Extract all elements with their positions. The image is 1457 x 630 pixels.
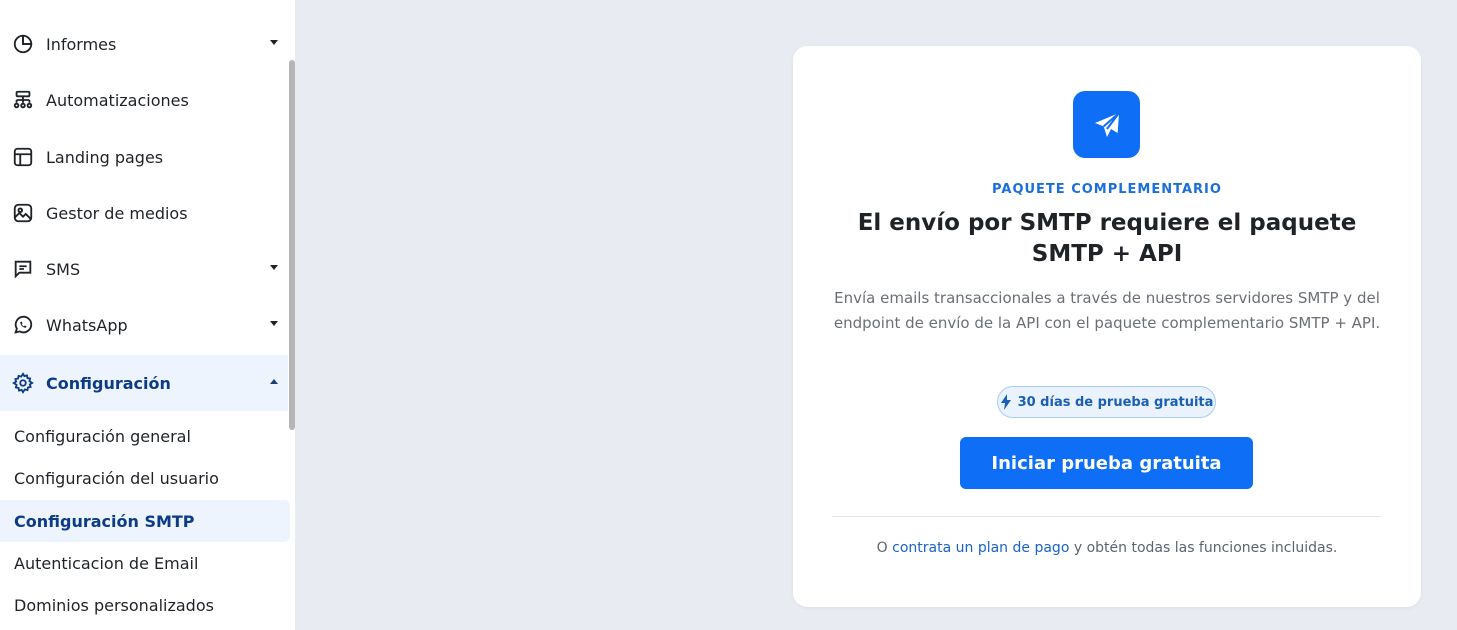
sidebar-subitem-dominios-personalizados[interactable]: Dominios personalizados: [0, 584, 290, 626]
caret-down-icon: [270, 265, 278, 270]
sidebar-subitem-autenticacion-email[interactable]: Autenticacion de Email: [0, 542, 290, 584]
caret-up-icon: [270, 379, 278, 384]
divider: [833, 516, 1381, 517]
sidebar-item-automatizaciones[interactable]: Automatizaciones: [0, 72, 288, 128]
sidebar-item-whatsapp[interactable]: WhatsApp: [0, 297, 288, 353]
sidebar: Informes Automatizaciones Landing pages …: [0, 0, 295, 630]
footer-suffix: y obtén todas las funciones incluidas.: [1069, 540, 1338, 556]
sidebar-item-informes[interactable]: Informes: [0, 16, 288, 72]
message-icon: [12, 258, 34, 280]
sidebar-item-label: WhatsApp: [46, 315, 128, 335]
footer-prefix: O: [876, 540, 893, 556]
chart-pie-icon: [12, 33, 34, 55]
card-title: El envío por SMTP requiere el paquete SM…: [857, 210, 1357, 267]
trial-badge: 30 días de prueba gratuita: [997, 386, 1216, 418]
sidebar-subitem-label: Configuración general: [14, 426, 191, 446]
card-footer: O contrata un plan de pago y obtén todas…: [793, 540, 1421, 556]
paper-plane-icon: [1073, 91, 1140, 158]
caret-down-icon: [270, 321, 278, 326]
layout-icon: [12, 146, 34, 168]
sidebar-item-configuracion[interactable]: Configuración: [0, 355, 288, 411]
caret-down-icon: [270, 40, 278, 45]
sidebar-subitem-configuracion-smtp[interactable]: Configuración SMTP: [0, 500, 290, 542]
paid-plan-link[interactable]: contrata un plan de pago: [892, 540, 1069, 556]
image-icon: [12, 202, 34, 224]
sidebar-subitem-configuracion-general[interactable]: Configuración general: [0, 415, 290, 457]
lightning-icon: [1000, 394, 1011, 410]
sidebar-item-gestor-de-medios[interactable]: Gestor de medios: [0, 185, 288, 241]
flow-tree-icon: [12, 89, 34, 111]
sidebar-item-label: Informes: [46, 34, 117, 54]
sidebar-item-label: Landing pages: [46, 147, 164, 167]
card-description: Envía emails transaccionales a través de…: [833, 289, 1381, 332]
sidebar-subitem-label: Dominios personalizados: [14, 595, 214, 615]
sidebar-subitem-label: Autenticacion de Email: [14, 553, 199, 573]
gear-icon: [12, 372, 34, 394]
sidebar-item-label: SMS: [46, 259, 81, 279]
upsell-card: PAQUETE COMPLEMENTARIO El envío por SMTP…: [793, 46, 1421, 607]
sidebar-item-label: Automatizaciones: [46, 90, 189, 110]
sidebar-item-sms[interactable]: SMS: [0, 241, 288, 297]
sidebar-item-landing-pages[interactable]: Landing pages: [0, 129, 288, 185]
start-trial-button[interactable]: Iniciar prueba gratuita: [960, 437, 1253, 489]
sidebar-subitem-label: Configuración del usuario: [14, 468, 219, 488]
sidebar-scrollbar[interactable]: [289, 60, 295, 430]
whatsapp-icon: [12, 314, 34, 336]
sidebar-subitem-configuracion-usuario[interactable]: Configuración del usuario: [0, 457, 290, 499]
card-eyebrow: PAQUETE COMPLEMENTARIO: [992, 182, 1222, 197]
sidebar-item-label: Gestor de medios: [46, 203, 188, 223]
trial-badge-label: 30 días de prueba gratuita: [1017, 394, 1214, 410]
sidebar-item-label: Configuración: [46, 373, 171, 393]
sidebar-subitem-label: Configuración SMTP: [14, 511, 195, 531]
